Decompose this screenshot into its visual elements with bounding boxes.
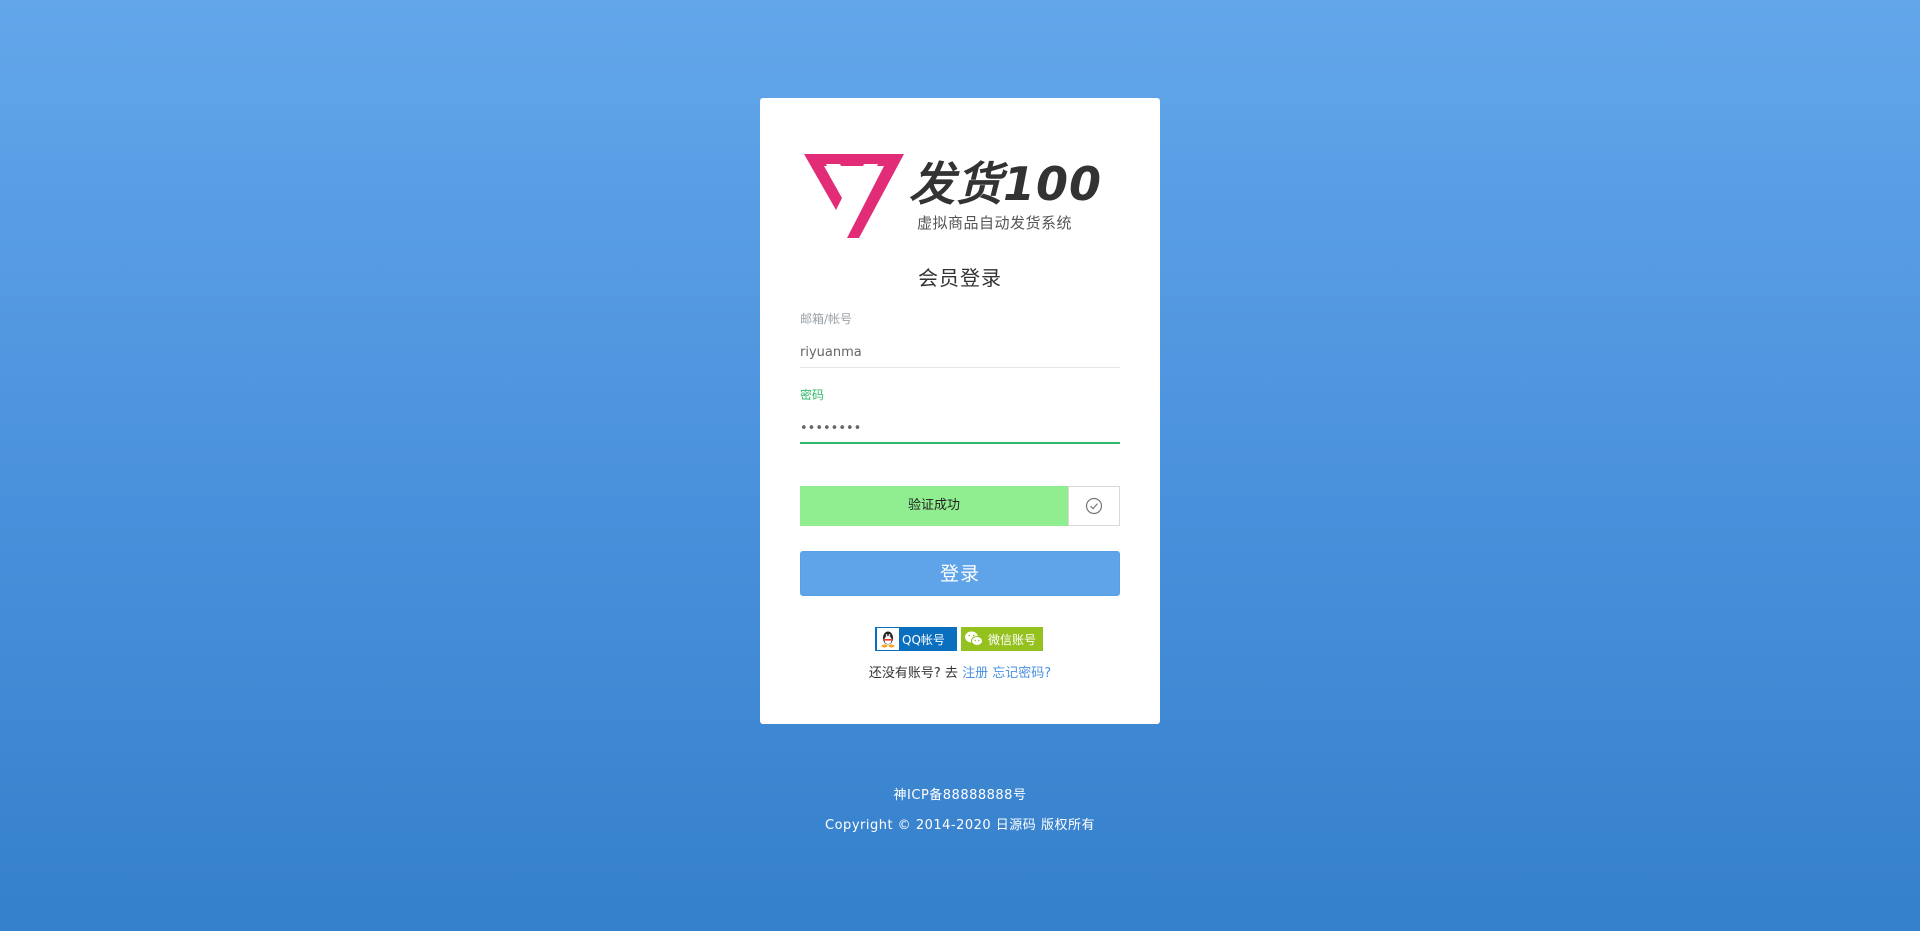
password-label: 密码 bbox=[800, 388, 825, 402]
forgot-password-link[interactable]: 忘记密码? bbox=[992, 666, 1051, 681]
qq-penguin-icon bbox=[877, 628, 899, 650]
login-button[interactable]: 登录 bbox=[800, 551, 1120, 596]
wechat-login-button[interactable]: 微信账号 bbox=[961, 627, 1043, 651]
qq-login-button[interactable]: QQ帐号 bbox=[875, 627, 957, 651]
login-title: 会员登录 bbox=[918, 266, 1002, 290]
captcha-success-bar: 验证成功 bbox=[800, 486, 1068, 526]
brand-logo-mark-icon bbox=[804, 154, 904, 238]
captcha-handle[interactable] bbox=[1068, 486, 1120, 526]
wechat-icon bbox=[963, 628, 985, 650]
login-card: 发货100 虚拟商品自动发货系统 会员登录 邮箱/帐号 密码 验证成功 登录 bbox=[760, 98, 1160, 724]
brand-tagline: 虚拟商品自动发货系统 bbox=[917, 214, 1073, 232]
wechat-login-label: 微信账号 bbox=[988, 632, 1037, 647]
account-links: 还没有账号? 去 注册 忘记密码? bbox=[760, 662, 1160, 681]
account-label: 邮箱/帐号 bbox=[800, 312, 853, 326]
icp-record: 神ICP备88888888号 bbox=[893, 788, 1027, 803]
account-input[interactable] bbox=[800, 338, 1120, 368]
slider-captcha[interactable]: 验证成功 bbox=[800, 486, 1120, 526]
copyright: Copyright © 2014-2020 日源码 版权所有 bbox=[825, 818, 1095, 833]
register-prompt: 还没有账号? 去 bbox=[868, 666, 958, 681]
brand-name: 发货100 bbox=[909, 157, 1103, 211]
qq-login-label: QQ帐号 bbox=[902, 632, 945, 647]
password-input[interactable] bbox=[800, 414, 1120, 444]
check-circle-icon bbox=[1085, 497, 1103, 515]
brand-logo: 发货100 虚拟商品自动发货系统 bbox=[804, 154, 1114, 238]
register-link[interactable]: 注册 bbox=[962, 666, 988, 681]
